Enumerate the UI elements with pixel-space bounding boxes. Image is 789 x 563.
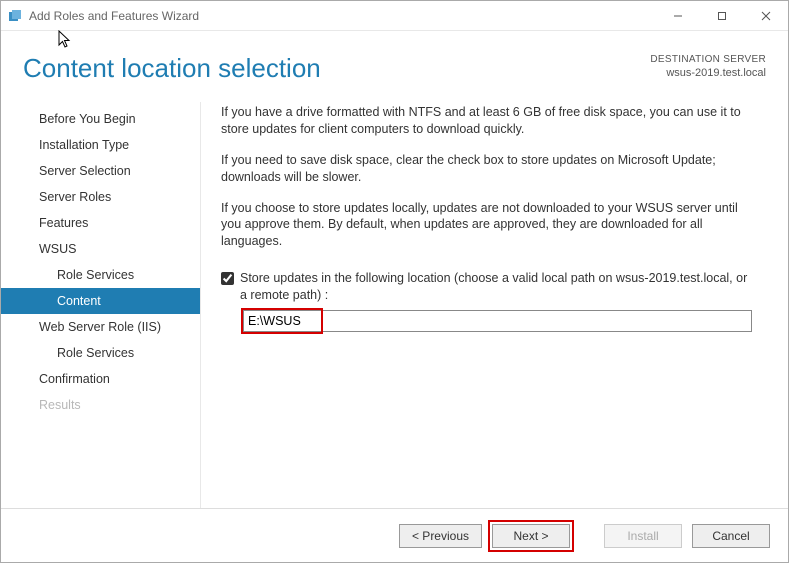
store-updates-row: Store updates in the following location … — [221, 270, 752, 304]
wizard-window: Add Roles and Features Wizard Content lo… — [0, 0, 789, 563]
install-button: Install — [604, 524, 682, 548]
sidebar-item-content[interactable]: Content — [1, 288, 200, 314]
page-title: Content location selection — [23, 53, 650, 84]
titlebar: Add Roles and Features Wizard — [1, 1, 788, 31]
previous-button[interactable]: < Previous — [399, 524, 482, 548]
sidebar-item-iis-role-services[interactable]: Role Services — [1, 340, 200, 366]
store-updates-checkbox[interactable] — [221, 272, 234, 285]
maximize-button[interactable] — [700, 2, 744, 30]
app-icon — [7, 8, 23, 24]
sidebar-item-server-roles[interactable]: Server Roles — [1, 184, 200, 210]
wizard-body: Before You Begin Installation Type Serve… — [1, 92, 788, 508]
sidebar-item-web-server-role[interactable]: Web Server Role (IIS) — [1, 314, 200, 340]
sidebar-item-features[interactable]: Features — [1, 210, 200, 236]
update-path-input[interactable] — [243, 310, 752, 332]
window-title: Add Roles and Features Wizard — [29, 9, 656, 23]
sidebar-item-server-selection[interactable]: Server Selection — [1, 158, 200, 184]
destination-server: wsus-2019.test.local — [650, 66, 766, 80]
wizard-header: Content location selection DESTINATION S… — [1, 31, 788, 92]
sidebar: Before You Begin Installation Type Serve… — [1, 102, 201, 508]
destination-info: DESTINATION SERVER wsus-2019.test.local — [650, 53, 766, 80]
sidebar-item-wsus[interactable]: WSUS — [1, 236, 200, 262]
next-button[interactable]: Next > — [492, 524, 570, 548]
path-row — [243, 310, 752, 332]
sidebar-item-installation-type[interactable]: Installation Type — [1, 132, 200, 158]
store-updates-label: Store updates in the following location … — [240, 270, 752, 304]
paragraph-1: If you have a drive formatted with NTFS … — [221, 104, 752, 138]
wizard-footer: < Previous Next > Install Cancel — [1, 508, 788, 562]
destination-label: DESTINATION SERVER — [650, 53, 766, 66]
sidebar-item-results: Results — [1, 392, 200, 418]
minimize-button[interactable] — [656, 2, 700, 30]
paragraph-2: If you need to save disk space, clear th… — [221, 152, 752, 186]
sidebar-item-before-you-begin[interactable]: Before You Begin — [1, 106, 200, 132]
cancel-button[interactable]: Cancel — [692, 524, 770, 548]
sidebar-item-wsus-role-services[interactable]: Role Services — [1, 262, 200, 288]
close-button[interactable] — [744, 2, 788, 30]
sidebar-item-confirmation[interactable]: Confirmation — [1, 366, 200, 392]
content-panel: If you have a drive formatted with NTFS … — [201, 102, 788, 508]
paragraph-3: If you choose to store updates locally, … — [221, 200, 752, 251]
titlebar-buttons — [656, 2, 788, 30]
